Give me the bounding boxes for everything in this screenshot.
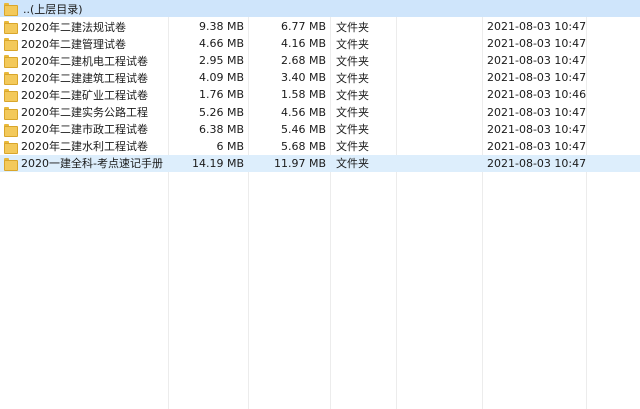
- file-row[interactable]: 2020年二建市政工程试卷 6.38 MB 5.46 MB 文件夹 2021-08-03…: [0, 121, 640, 138]
- file-type: 文件夹: [336, 71, 369, 85]
- file-row[interactable]: 2020年二建实务公路工程 5.26 MB 4.56 MB 文件夹 2021-08-03…: [0, 104, 640, 121]
- file-size: 5.26 MB: [198, 105, 244, 119]
- folder-icon: [4, 72, 18, 86]
- file-type: 文件夹: [336, 88, 369, 102]
- empty-cell: [396, 18, 482, 35]
- packed-size: 5.46 MB: [280, 122, 326, 136]
- packed-size: 2.68 MB: [280, 54, 326, 68]
- modified-date: 2021-08-03 10:47:...: [487, 71, 586, 85]
- file-name: 2020一建全科-考点速记手册: [21, 157, 163, 171]
- packed-size: 5.68 MB: [280, 139, 326, 153]
- file-size: 2.95 MB: [198, 54, 244, 68]
- folder-icon: [4, 106, 18, 120]
- file-row[interactable]: 2020年二建管理试卷 4.66 MB 4.16 MB 文件夹 2021-08-03 1…: [0, 35, 640, 52]
- file-name: 2020年二建机电工程试卷: [21, 54, 148, 68]
- packed-size: 11.97 MB: [273, 156, 326, 170]
- folder-icon: [4, 38, 18, 52]
- file-name: 2020年二建实务公路工程: [21, 106, 148, 119]
- modified-date: 2021-08-03 10:47:...: [487, 156, 586, 170]
- folder-icon: [4, 89, 18, 103]
- empty-cell: [396, 86, 482, 103]
- empty-cell: [396, 104, 482, 121]
- file-size: 14.19 MB: [191, 156, 244, 170]
- file-row[interactable]: 2020年二建法规试卷 9.38 MB 6.77 MB 文件夹 2021-08-03 1…: [0, 18, 640, 35]
- empty-cell: [396, 155, 482, 172]
- parent-directory-label: ..(上层目录): [23, 2, 83, 16]
- folder-icon: [4, 55, 18, 69]
- file-type: 文件夹: [336, 20, 369, 34]
- file-row[interactable]: 2020年二建矿业工程试卷 1.76 MB 1.58 MB 文件夹 2021-08-03…: [0, 86, 640, 103]
- folder-icon: [4, 123, 18, 137]
- packed-size: 4.56 MB: [280, 105, 326, 119]
- folder-icon: [4, 21, 18, 34]
- modified-date: 2021-08-03 10:47:...: [487, 122, 586, 136]
- parent-directory-row[interactable]: ..(上层目录): [0, 0, 640, 17]
- file-size: 6.38 MB: [198, 122, 244, 136]
- file-type: 文件夹: [336, 37, 369, 51]
- file-name: 2020年二建矿业工程试卷: [21, 88, 148, 102]
- file-name: 2020年二建水利工程试卷: [21, 140, 148, 154]
- file-row[interactable]: 2020年二建水利工程试卷 6 MB 5.68 MB 文件夹 2021-08-03 10…: [0, 138, 640, 155]
- empty-cell: [396, 69, 482, 86]
- file-type: 文件夹: [336, 140, 369, 154]
- packed-size: 1.58 MB: [280, 88, 326, 102]
- folder-icon: [4, 157, 18, 171]
- empty-cell: [396, 121, 482, 138]
- file-name: 2020年二建建筑工程试卷: [21, 71, 148, 85]
- modified-date: 2021-08-03 10:47:...: [487, 105, 586, 119]
- file-row[interactable]: 2020年二建建筑工程试卷 4.09 MB 3.40 MB 文件夹 2021-08-03…: [0, 69, 640, 86]
- file-type: 文件夹: [336, 123, 369, 137]
- file-type: 文件夹: [336, 106, 369, 119]
- file-size: 1.76 MB: [198, 88, 244, 102]
- file-name: 2020年二建管理试卷: [21, 37, 126, 51]
- file-size: 4.66 MB: [198, 37, 244, 51]
- file-name: 2020年二建市政工程试卷: [21, 123, 148, 137]
- empty-cell: [396, 138, 482, 155]
- file-row[interactable]: 2020年二建机电工程试卷 2.95 MB 2.68 MB 文件夹 2021-08-03…: [0, 52, 640, 69]
- file-name: 2020年二建法规试卷: [21, 20, 126, 34]
- modified-date: 2021-08-03 10:46:...: [487, 88, 586, 102]
- file-size: 6 MB: [216, 139, 244, 153]
- file-size: 4.09 MB: [198, 71, 244, 85]
- empty-cell: [396, 35, 482, 52]
- empty-cell: [396, 52, 482, 69]
- file-row[interactable]: 2020一建全科-考点速记手册 14.19 MB 11.97 MB 文件夹 2021-0…: [0, 154, 640, 172]
- packed-size: 3.40 MB: [280, 71, 326, 85]
- file-type: 文件夹: [336, 54, 369, 68]
- file-type: 文件夹: [336, 157, 369, 171]
- modified-date: 2021-08-03 10:47:...: [487, 37, 586, 51]
- file-size: 9.38 MB: [198, 20, 244, 33]
- modified-date: 2021-08-03 10:47:...: [487, 20, 586, 33]
- file-list: ..(上层目录) 2020年二建法规试卷 9.38 MB 6.77 MB 文件夹 202…: [0, 0, 640, 409]
- folder-icon: [4, 3, 18, 16]
- modified-date: 2021-08-03 10:47:...: [487, 54, 586, 68]
- folder-icon: [4, 140, 18, 154]
- packed-size: 6.77 MB: [280, 20, 326, 33]
- packed-size: 4.16 MB: [280, 37, 326, 51]
- modified-date: 2021-08-03 10:47:...: [487, 139, 586, 153]
